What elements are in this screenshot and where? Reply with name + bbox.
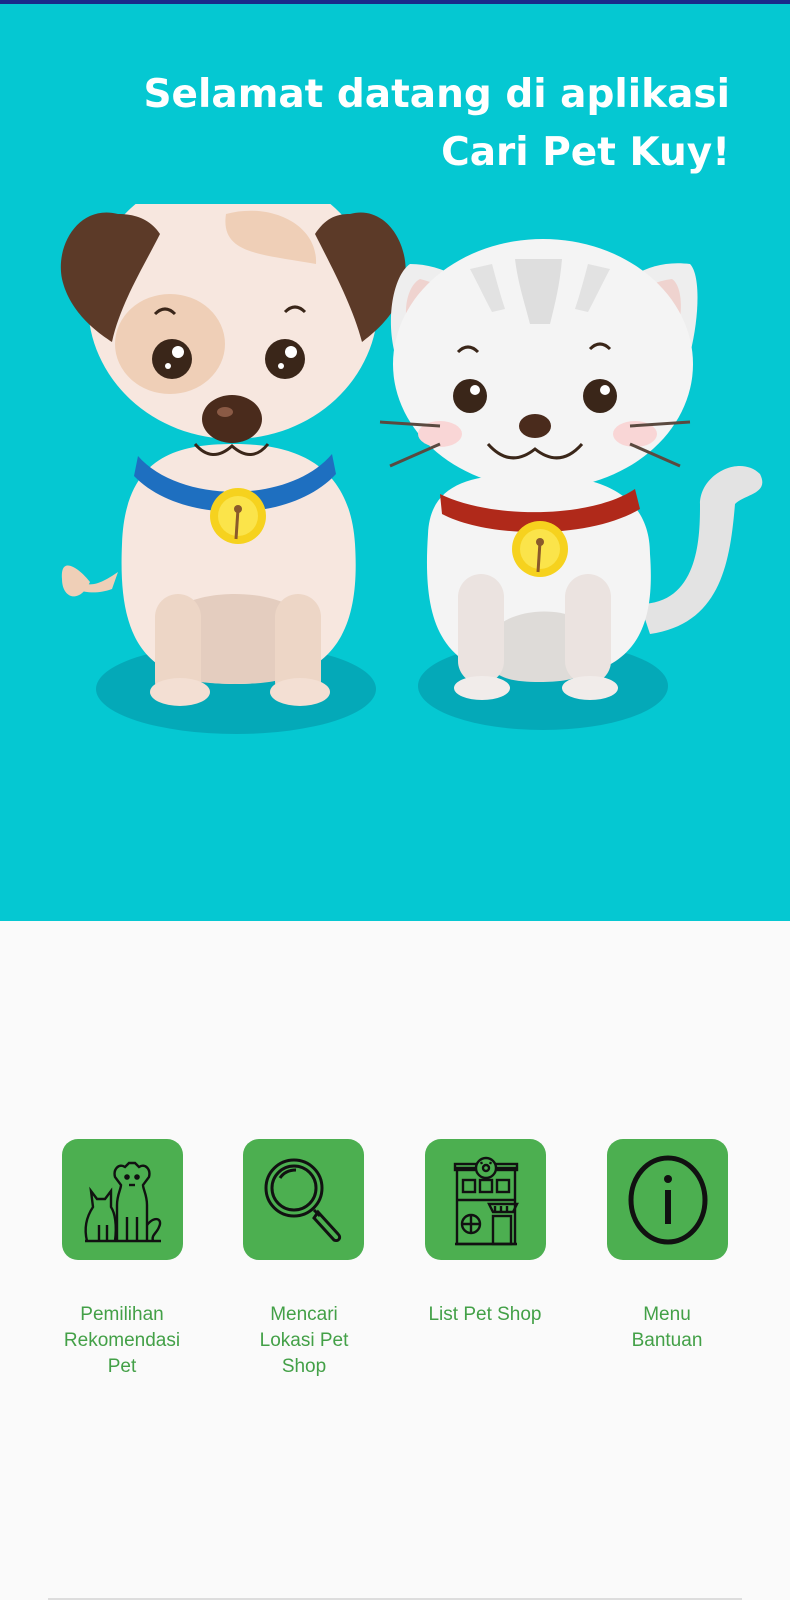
pet-recommendation-label: Pemilihan Rekomendasi Pet <box>63 1304 181 1377</box>
welcome-line-1: Selamat datang di aplikasi <box>143 72 730 117</box>
find-pet-shop-location-label: Mencari Lokasi Pet Shop <box>259 1304 349 1377</box>
list-pet-shop-button[interactable] <box>425 1139 546 1260</box>
pet-recommendation-button[interactable] <box>62 1139 183 1260</box>
help-menu-label: Menu Bantuan <box>631 1304 703 1351</box>
pet-shop-building-icon <box>453 1156 519 1245</box>
welcome-line-2: Cari Pet Kuy! <box>441 130 730 175</box>
info-icon <box>628 1155 707 1244</box>
welcome-text: Selamat datang di aplikasi Cari Pet Kuy! <box>30 66 730 182</box>
find-pet-shop-location-button[interactable] <box>243 1139 364 1260</box>
magnifier-icon <box>264 1158 341 1242</box>
list-pet-shop-label: List Pet Shop <box>428 1304 542 1325</box>
hero-banner: Selamat datang di aplikasi Cari Pet Kuy! <box>0 4 790 921</box>
dog-and-cat-illustration <box>60 204 763 734</box>
dog-cat-icon <box>83 1161 161 1242</box>
help-menu-button[interactable] <box>607 1139 728 1260</box>
